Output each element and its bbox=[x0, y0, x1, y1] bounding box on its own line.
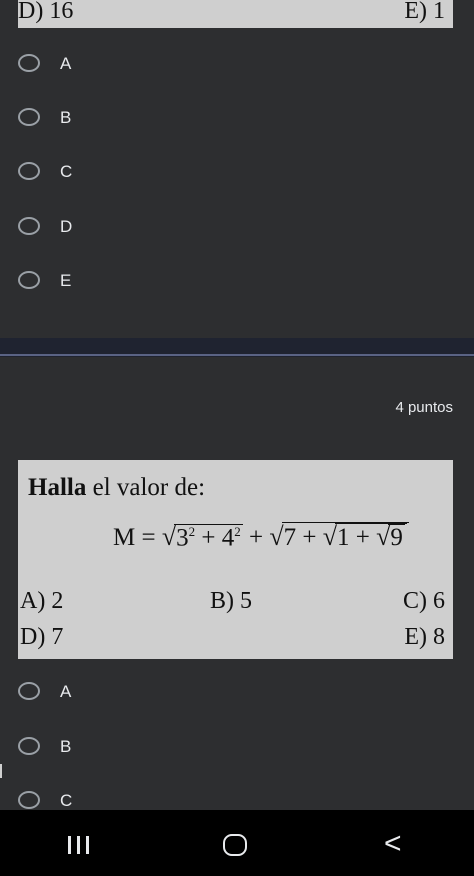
formula-term: 7 bbox=[283, 524, 297, 551]
radio-button[interactable] bbox=[18, 271, 40, 289]
radio-button[interactable] bbox=[18, 217, 40, 235]
math-formula: M = √32 + 42 + √7 + √1 + √9 bbox=[113, 522, 409, 552]
radio-button[interactable] bbox=[18, 737, 40, 755]
question-heading: Halla el valor de: bbox=[28, 474, 205, 502]
question-image-1: D) 16 E) 1 bbox=[18, 0, 453, 28]
choice-label: B bbox=[60, 737, 72, 756]
formula-equals: = bbox=[141, 524, 156, 551]
choice-b[interactable]: B bbox=[0, 98, 474, 138]
image-option-c: C) 6 bbox=[403, 588, 445, 614]
recents-icon[interactable] bbox=[68, 836, 90, 854]
formula-exponent: 2 bbox=[188, 523, 196, 539]
choice-a[interactable]: A bbox=[0, 672, 474, 712]
formula-term: 4 bbox=[221, 524, 235, 551]
formula-plus: + bbox=[201, 524, 216, 551]
formula-exponent: 2 bbox=[234, 523, 241, 539]
back-icon[interactable]: < bbox=[384, 829, 404, 859]
choice-label: A bbox=[60, 682, 72, 701]
image-option-a: A) 2 bbox=[20, 588, 64, 614]
points-label: 4 puntos bbox=[395, 399, 453, 416]
formula-plus: + bbox=[355, 524, 370, 551]
choice-label: A bbox=[60, 54, 72, 73]
formula-plus: + bbox=[248, 524, 264, 551]
sqrt-group-3: 1 + √9 bbox=[335, 523, 407, 550]
image-option-b: B) 5 bbox=[210, 588, 252, 614]
choice-a[interactable]: A bbox=[0, 44, 474, 84]
choice-label: E bbox=[60, 271, 72, 290]
formula-plus: + bbox=[302, 524, 317, 551]
sqrt-group-1: 32 + 42 bbox=[174, 523, 243, 551]
formula-lhs: M bbox=[113, 524, 136, 551]
choice-d[interactable]: D bbox=[0, 207, 474, 247]
radio-button[interactable] bbox=[18, 162, 40, 180]
formula-term: 1 bbox=[337, 524, 350, 551]
formula-term: 9 bbox=[390, 524, 403, 551]
choice-b[interactable]: B bbox=[0, 727, 474, 767]
sqrt-group-2: 7 + √1 + √9 bbox=[281, 522, 409, 551]
question-image-2: Halla el valor de: M = √32 + 42 + √7 + √… bbox=[18, 460, 453, 659]
section-divider bbox=[0, 354, 474, 356]
image-option-d: D) 7 bbox=[20, 624, 64, 650]
choice-label: B bbox=[60, 108, 72, 127]
home-icon[interactable] bbox=[223, 834, 247, 856]
question-card-1: D) 16 E) 1 A B C D E bbox=[0, 0, 474, 338]
heading-rest: el valor de: bbox=[86, 474, 206, 501]
navigation-bar: < bbox=[0, 810, 474, 876]
sqrt-group-4: 9 bbox=[388, 524, 405, 550]
radio-button[interactable] bbox=[18, 108, 40, 126]
choice-label: C bbox=[60, 162, 73, 181]
radio-button[interactable] bbox=[18, 54, 40, 72]
image-option-e: E) 1 bbox=[404, 0, 445, 24]
radio-button[interactable] bbox=[18, 682, 40, 700]
choice-label: C bbox=[60, 791, 73, 810]
choice-label: D bbox=[60, 217, 73, 236]
scroll-indicator bbox=[0, 764, 2, 778]
choice-e[interactable]: E bbox=[0, 261, 474, 301]
image-option-d: D) 16 bbox=[18, 0, 74, 24]
heading-bold: Halla bbox=[28, 474, 87, 501]
image-option-e: E) 8 bbox=[404, 624, 445, 650]
formula-term: 3 bbox=[176, 524, 189, 551]
radio-button[interactable] bbox=[18, 791, 40, 809]
choice-c[interactable]: C bbox=[0, 152, 474, 192]
